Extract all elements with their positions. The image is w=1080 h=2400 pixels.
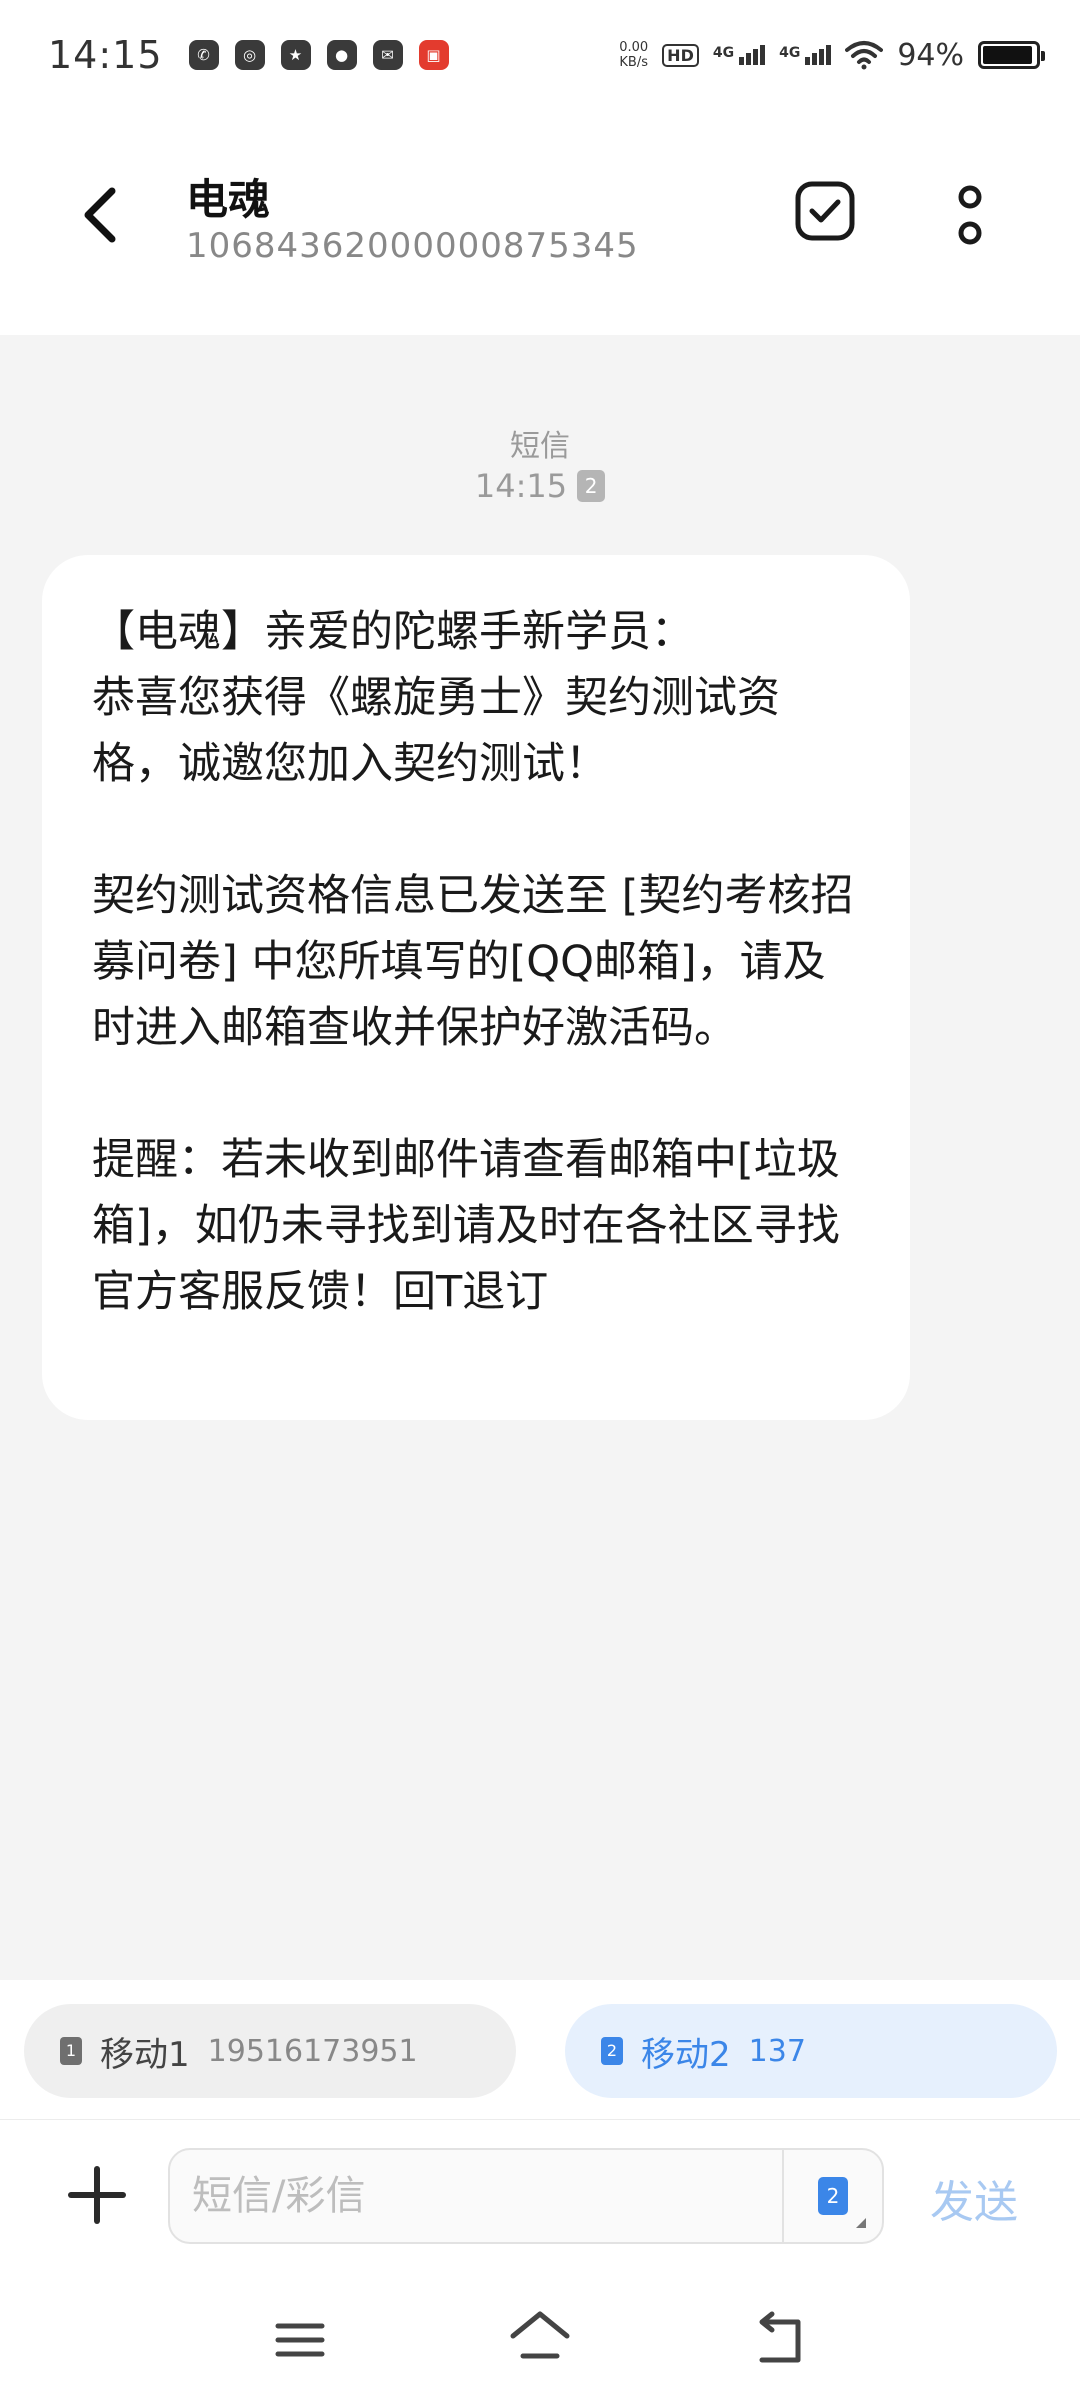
battery-icon <box>978 41 1045 69</box>
message-list[interactable]: 短信 14:15 2 【电魂】亲爱的陀螺手新学员： 恭喜您获得《螺旋勇士》契约测… <box>0 335 1080 1980</box>
more-options-button[interactable] <box>935 176 1005 256</box>
message-input-box: 2 <box>168 2148 884 2244</box>
mail-icon: ✉ <box>372 40 403 70</box>
compose-bar: 2 发送 <box>0 2120 1080 2270</box>
nav-back-icon[interactable] <box>750 2310 810 2370</box>
signal-icon-1: 4G <box>713 45 766 65</box>
notification-icons: ✆ ◎ ★ ● ✉ ▣ <box>188 40 449 70</box>
net-speed: 0.00 KB/s <box>619 40 649 70</box>
sim2-option[interactable]: 2 移动2 137 <box>565 2004 1057 2098</box>
add-attachment-button[interactable] <box>62 2160 132 2230</box>
signal-icon-2: 4G <box>779 45 832 65</box>
contact-number: 10684362000000875345 <box>186 226 639 266</box>
sim-card-icon: 2 <box>818 2177 848 2215</box>
battery-percent: 94% <box>897 37 964 73</box>
chat-bubble-icon: ◎ <box>234 40 265 70</box>
sim1-option[interactable]: 1 移动1 19516173951 <box>24 2004 516 2098</box>
checkbox-icon <box>795 181 855 241</box>
status-right: 0.00 KB/s HD 4G 4G 94% <box>619 37 1045 73</box>
message-input[interactable] <box>192 2150 752 2242</box>
sim-selector: 1 移动1 19516173951 2 移动2 137 <box>0 1980 1080 2120</box>
home-icon[interactable] <box>507 2304 573 2370</box>
send-button[interactable]: 发送 <box>930 2166 1018 2230</box>
sim2-number: 137 <box>748 2033 806 2069</box>
status-bar: 14:15 ✆ ◎ ★ ● ✉ ▣ 0.00 KB/s HD 4G 4G 94% <box>0 0 1080 110</box>
dropdown-corner-icon <box>856 2218 866 2228</box>
system-nav-bar <box>0 2270 1080 2400</box>
back-button[interactable] <box>60 170 140 260</box>
select-messages-button[interactable] <box>790 176 860 246</box>
wifi-icon <box>845 41 884 70</box>
sim1-name: 移动1 <box>100 2034 190 2075</box>
message-paragraph: 【电魂】亲爱的陀螺手新学员： 恭喜您获得《螺旋勇士》契约测试资格，诚邀您加入契约… <box>92 607 780 789</box>
message-paragraph: 契约测试资格信息已发送至 [契约考核招募问卷] 中您所填写的[QQ邮箱]，请及时… <box>92 871 854 1053</box>
hd-icon: HD <box>662 43 699 67</box>
message-paragraph: 提醒：若未收到邮件请查看邮箱中[垃圾箱]，如仍未寻找到请及时在各社区寻找官方客服… <box>92 1135 840 1317</box>
message-bubble[interactable]: 【电魂】亲爱的陀螺手新学员： 恭喜您获得《螺旋勇士》契约测试资格，诚邀您加入契约… <box>42 555 910 1420</box>
wechat-icon: ✆ <box>188 40 219 70</box>
status-time: 14:15 <box>48 33 163 77</box>
star-flag-icon: ★ <box>280 40 311 70</box>
sim-card-icon: 2 <box>601 2037 623 2065</box>
more-vertical-icon <box>958 185 982 245</box>
sim1-number: 19516173951 <box>207 2033 418 2069</box>
messaging-screen: 14:15 ✆ ◎ ★ ● ✉ ▣ 0.00 KB/s HD 4G 4G 94%… <box>0 0 1080 2400</box>
sim-switch-button[interactable]: 2 <box>782 2150 882 2242</box>
sim-card-icon: 1 <box>60 2037 82 2065</box>
du-location-icon: ● <box>326 40 357 70</box>
message-timestamp: 14:15 2 <box>0 467 1080 505</box>
conversation-header: 电魂 10684362000000875345 <box>0 110 1080 335</box>
battery-fill <box>983 46 1032 64</box>
chevron-left-icon <box>84 187 116 243</box>
menu-icon[interactable] <box>270 2310 330 2370</box>
message-type-label: 短信 <box>510 429 570 464</box>
news-app-icon: ▣ <box>418 40 449 70</box>
contact-name: 电魂 <box>186 175 271 224</box>
sim-badge-icon: 2 <box>577 470 606 502</box>
sim2-name: 移动2 <box>641 2034 731 2075</box>
